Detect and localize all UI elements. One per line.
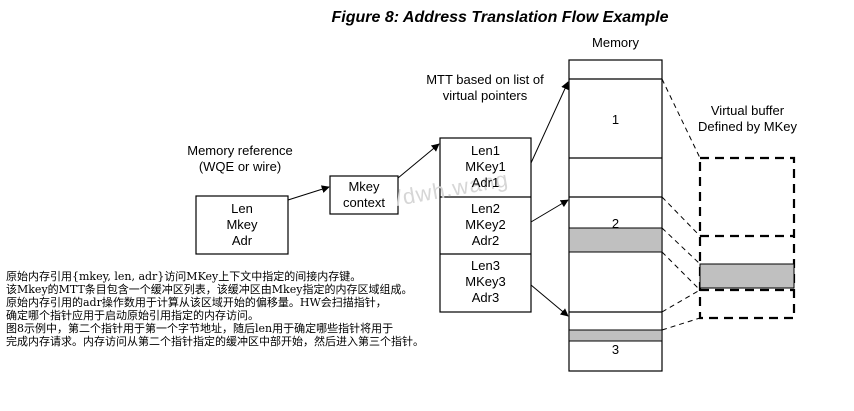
arrow-mtt3-to-memory xyxy=(530,284,569,317)
projection-line xyxy=(661,317,701,331)
projection-line xyxy=(661,251,701,291)
mkey-context-line1: Mkey xyxy=(348,179,380,194)
memory-region-3-label: 3 xyxy=(611,342,620,357)
arrow-mtt2-to-memory xyxy=(530,199,569,223)
caption-line: 该Mkey的MTT条目包含一个缓冲区列表，该缓冲区由Mkey指定的内存区域组成。 xyxy=(6,283,413,296)
projection-line xyxy=(661,196,701,237)
virtual-buffer-shaded xyxy=(699,263,795,289)
mtt-entry-mkey: MKey2 xyxy=(465,217,506,232)
mtt-label-line1: MTT based on list of xyxy=(426,72,544,87)
mtt-entry-2: Len2 MKey2 Adr2 xyxy=(440,201,531,249)
memory-shaded-block-3 xyxy=(568,329,663,342)
arrow-mkey-to-mtt xyxy=(397,143,440,179)
mkey-context-text: Mkey context xyxy=(330,179,398,211)
memory-reference-label: Memory reference (WQE or wire) xyxy=(170,143,310,175)
caption-line: 确定哪个指针应用于启动原始引用指定的内存访问。 xyxy=(6,309,259,322)
memory-label: Memory xyxy=(592,35,639,50)
vbuf-label-line1: Virtual buffer xyxy=(710,103,785,118)
field-mkey: Mkey xyxy=(226,217,258,232)
memory-reference-fields: Len Mkey Adr xyxy=(196,201,288,249)
mtt-entry-len: Len2 xyxy=(471,201,500,216)
mtt-label-line2: virtual pointers xyxy=(442,88,528,103)
vbuf-label-line2: Defined by MKey xyxy=(698,119,797,134)
arrow-memref-to-mkey xyxy=(287,185,330,201)
caption-text: 原始内存引用{mkey, len, adr}访问MKey上下文中指定的间接内存键… xyxy=(6,270,526,348)
caption-line: 原始内存引用{mkey, len, adr}访问MKey上下文中指定的间接内存键… xyxy=(6,270,362,283)
memref-label-line1: Memory reference xyxy=(187,143,293,158)
mtt-entry-adr: Adr2 xyxy=(471,233,500,248)
mtt-entry-len: Len1 xyxy=(471,143,500,158)
projection-line xyxy=(661,289,701,313)
virtual-buffer-label: Virtual buffer Defined by MKey xyxy=(685,103,810,135)
mtt-entry-adr: Adr1 xyxy=(471,175,500,190)
mkey-context-line2: context xyxy=(343,195,385,210)
caption-line: 原始内存引用的adr操作数用于计算从该区域开始的偏移量。HW会扫描指针， xyxy=(6,296,387,309)
virtual-buffer-box xyxy=(698,156,796,320)
field-adr: Adr xyxy=(231,233,253,248)
field-len: Len xyxy=(231,201,253,216)
caption-line: 完成内存请求。内存访问从第二个指针指定的缓冲区中部开始，然后进入第三个指针。 xyxy=(6,335,424,348)
memory-region-1-label: 1 xyxy=(611,112,620,127)
mtt-entry-1: Len1 MKey1 Adr1 xyxy=(440,143,531,191)
caption-line: 图8示例中，第二个指针用于第一个字节地址，随后len用于确定哪些指针将用于 xyxy=(6,322,394,335)
memref-label-line2: (WQE or wire) xyxy=(198,159,282,174)
projection-line xyxy=(661,227,701,265)
mtt-entry-mkey: MKey1 xyxy=(465,159,506,174)
mtt-label: MTT based on list of virtual pointers xyxy=(400,72,570,104)
memory-region-2-label: 2 xyxy=(611,216,620,231)
